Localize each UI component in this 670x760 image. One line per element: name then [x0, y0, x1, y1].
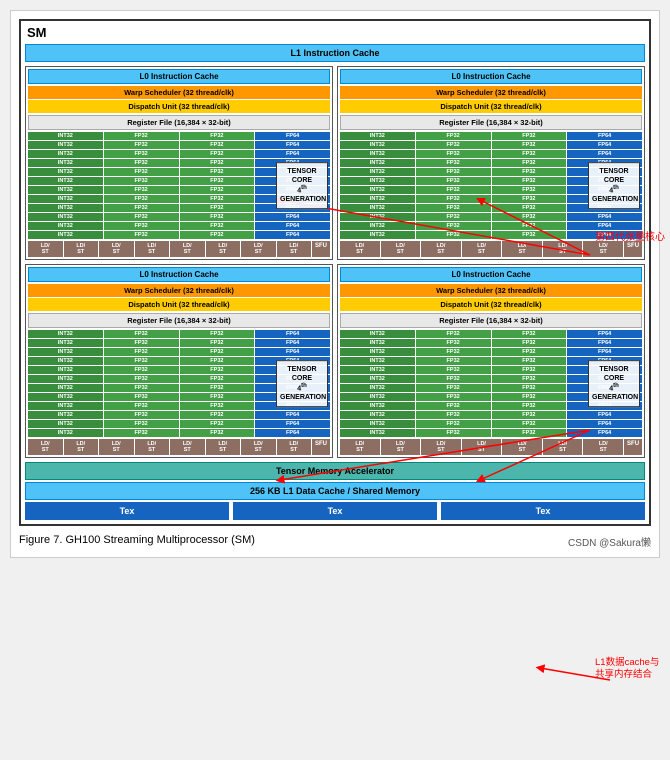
core-area-q2: INT32FP32FP32FP64 INT32FP32FP32FP64 INT3…	[340, 132, 642, 239]
ld-sfu-row-q2: LD/ST LD/ST LD/ST LD/ST LD/ST LD/ST LD/S…	[340, 241, 642, 257]
tex-row: Tex Tex Tex	[25, 502, 645, 520]
register-file-q1: Register File (16,384 × 32-bit)	[28, 115, 330, 130]
figure-caption: Figure 7. GH100 Streaming Multiprocessor…	[19, 534, 651, 549]
bottom-section: Tensor Memory Accelerator 256 KB L1 Data…	[25, 462, 645, 520]
attribution-text: CSDN @Sakura懒	[568, 534, 651, 549]
l0-cache-q1: L0 Instruction Cache	[28, 69, 330, 84]
fp32-cell: FP32	[180, 132, 255, 140]
tensor-core-label-q1: TENSOR CORE4th GENERATION	[276, 162, 328, 210]
warp-scheduler-q4: Warp Scheduler (32 thread/clk)	[340, 284, 642, 297]
tensor-core-label-q2: TENSOR CORE4th GENERATION	[588, 162, 640, 210]
svg-text:L1数据cache与: L1数据cache与	[595, 656, 659, 668]
warp-scheduler-q2: Warp Scheduler (32 thread/clk)	[340, 86, 642, 99]
core-row: INT32FP32FP32FP64	[28, 222, 330, 230]
core-row: INT32FP32FP32FP64	[28, 132, 330, 140]
sfu-q2: SFU	[624, 241, 642, 257]
int32-cell: INT32	[28, 132, 103, 140]
l1-instruction-cache: L1 Instruction Cache	[25, 44, 645, 62]
tex-cell-3: Tex	[441, 502, 645, 520]
quadrant-top-left: L0 Instruction Cache Warp Scheduler (32 …	[25, 66, 333, 260]
tensor-core-label-q3: TENSOR CORE4th GENERATION	[276, 360, 328, 408]
figure-caption-text: Figure 7. GH100 Streaming Multiprocessor…	[19, 534, 255, 549]
tensor-core-label-q4: TENSOR CORE4th GENERATION	[588, 360, 640, 408]
svg-text:共享内存结合: 共享内存结合	[595, 668, 653, 680]
quadrant-bottom-right: L0 Instruction Cache Warp Scheduler (32 …	[337, 264, 645, 458]
register-file-q4: Register File (16,384 × 32-bit)	[340, 313, 642, 328]
sfu-q4: SFU	[624, 439, 642, 455]
register-file-q3: Register File (16,384 × 32-bit)	[28, 313, 330, 328]
core-area-q3: INT32FP32FP32FP64 INT32FP32FP32FP64 INT3…	[28, 330, 330, 437]
dispatch-unit-q1: Dispatch Unit (32 thread/clk)	[28, 100, 330, 113]
dispatch-unit-q4: Dispatch Unit (32 thread/clk)	[340, 298, 642, 311]
warp-scheduler-q3: Warp Scheduler (32 thread/clk)	[28, 284, 330, 297]
dispatch-unit-q3: Dispatch Unit (32 thread/clk)	[28, 298, 330, 311]
page-container: SM L1 Instruction Cache L0 Instruction C…	[10, 10, 660, 558]
warp-scheduler-q1: Warp Scheduler (32 thread/clk)	[28, 86, 330, 99]
fp32-cell: FP32	[104, 132, 179, 140]
fp64-cell: FP64	[255, 132, 330, 140]
l0-cache-q4: L0 Instruction Cache	[340, 267, 642, 282]
tex-cell-2: Tex	[233, 502, 437, 520]
bottom-quadrants: L0 Instruction Cache Warp Scheduler (32 …	[25, 264, 645, 458]
core-area-q1: INT32FP32FP32FP64 INT32FP32FP32FP64 INT3…	[28, 132, 330, 239]
quadrant-bottom-left: L0 Instruction Cache Warp Scheduler (32 …	[25, 264, 333, 458]
tensor-memory-accelerator: Tensor Memory Accelerator	[25, 462, 645, 480]
core-row: INT32FP32FP32FP64	[28, 141, 330, 149]
quadrant-top-right: L0 Instruction Cache Warp Scheduler (32 …	[337, 66, 645, 260]
tex-cell-1: Tex	[25, 502, 229, 520]
sm-diagram: SM L1 Instruction Cache L0 Instruction C…	[19, 19, 651, 526]
l0-cache-q2: L0 Instruction Cache	[340, 69, 642, 84]
l1-data-cache: 256 KB L1 Data Cache / Shared Memory	[25, 482, 645, 500]
core-area-q4: INT32FP32FP32FP64 INT32FP32FP32FP64 INT3…	[340, 330, 642, 437]
sfu-q3: SFU	[312, 439, 330, 455]
core-row: INT32FP32FP32FP64	[28, 150, 330, 158]
sm-title: SM	[25, 25, 645, 40]
core-row: INT32FP32FP32FP64	[28, 231, 330, 239]
top-quadrants: L0 Instruction Cache Warp Scheduler (32 …	[25, 66, 645, 260]
core-row: INT32FP32FP32FP64	[28, 213, 330, 221]
ld-sfu-row-q3: LD/ST LD/ST LD/ST LD/ST LD/ST LD/ST LD/S…	[28, 439, 330, 455]
dispatch-unit-q2: Dispatch Unit (32 thread/clk)	[340, 100, 642, 113]
ld-sfu-row-q4: LD/ST LD/ST LD/ST LD/ST LD/ST LD/ST LD/S…	[340, 439, 642, 455]
sfu-q1: SFU	[312, 241, 330, 257]
register-file-q2: Register File (16,384 × 32-bit)	[340, 115, 642, 130]
ld-sfu-row-q1: LD/ST LD/ST LD/ST LD/ST LD/ST LD/ST LD/S…	[28, 241, 330, 257]
l0-cache-q3: L0 Instruction Cache	[28, 267, 330, 282]
